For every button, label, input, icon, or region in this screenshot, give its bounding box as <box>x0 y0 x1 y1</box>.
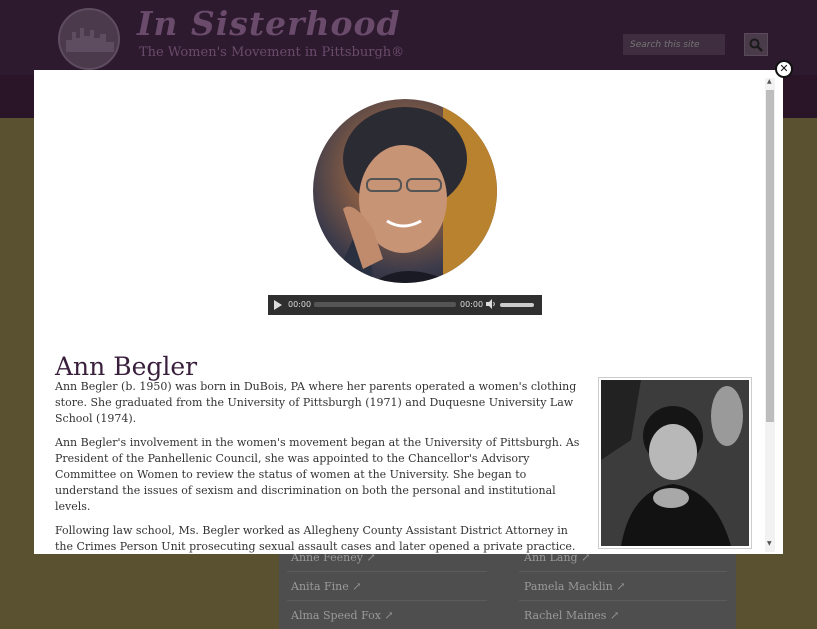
search-icon <box>749 38 763 52</box>
divider <box>287 571 487 572</box>
volume-slider[interactable] <box>500 303 534 307</box>
skyline-icon <box>66 28 114 52</box>
bw-photo-image <box>601 380 749 546</box>
scroll-down-icon[interactable]: ▼ <box>767 540 772 547</box>
list-item[interactable]: Anita Fine ↗ <box>291 580 361 593</box>
site-title[interactable]: In Sisterhood <box>137 4 401 43</box>
profile-modal: 00:00 00:00 Ann Begler Ann Begler (b. 19… <box>34 70 783 554</box>
audio-duration: 00:00 <box>460 300 484 309</box>
list-item[interactable]: Pamela Macklin ↗ <box>524 580 625 593</box>
scroll-up-icon[interactable]: ▲ <box>767 78 772 85</box>
search-button[interactable] <box>744 33 768 56</box>
volume-icon[interactable] <box>486 299 496 309</box>
bio-paragraph: Following law school, Ms. Begler worked … <box>55 524 576 553</box>
site-logo[interactable] <box>58 8 120 70</box>
modal-scrollbar[interactable]: ▲ ▼ <box>765 78 775 552</box>
play-icon[interactable] <box>274 300 282 310</box>
portrait-photo <box>313 99 497 283</box>
list-item[interactable]: Alma Speed Fox ↗ <box>291 609 394 622</box>
divider <box>287 600 487 601</box>
scrollbar-thumb[interactable] <box>766 90 774 422</box>
audio-progress-bar[interactable] <box>314 302 456 307</box>
audio-player[interactable]: 00:00 00:00 <box>268 295 542 315</box>
archive-photo-image <box>601 380 749 546</box>
search-input[interactable] <box>623 34 725 55</box>
audio-current-time: 00:00 <box>288 300 312 309</box>
portrait-image <box>333 99 497 283</box>
person-name: Ann Begler <box>55 351 198 381</box>
bio-paragraph: Ann Begler (b. 1950) was born in DuBois,… <box>55 380 577 425</box>
archive-photo <box>598 377 752 549</box>
site-subtitle: The Women's Movement in Pittsburgh® <box>139 45 405 60</box>
bio-paragraph: Ann Begler's involvement in the women's … <box>55 436 580 513</box>
list-item[interactable]: Rachel Maines ↗ <box>524 609 619 622</box>
bio-text: Ann Begler (b. 1950) was born in DuBois,… <box>55 379 582 554</box>
divider <box>519 571 727 572</box>
divider <box>519 600 727 601</box>
close-modal-button[interactable]: ✕ <box>775 60 793 78</box>
